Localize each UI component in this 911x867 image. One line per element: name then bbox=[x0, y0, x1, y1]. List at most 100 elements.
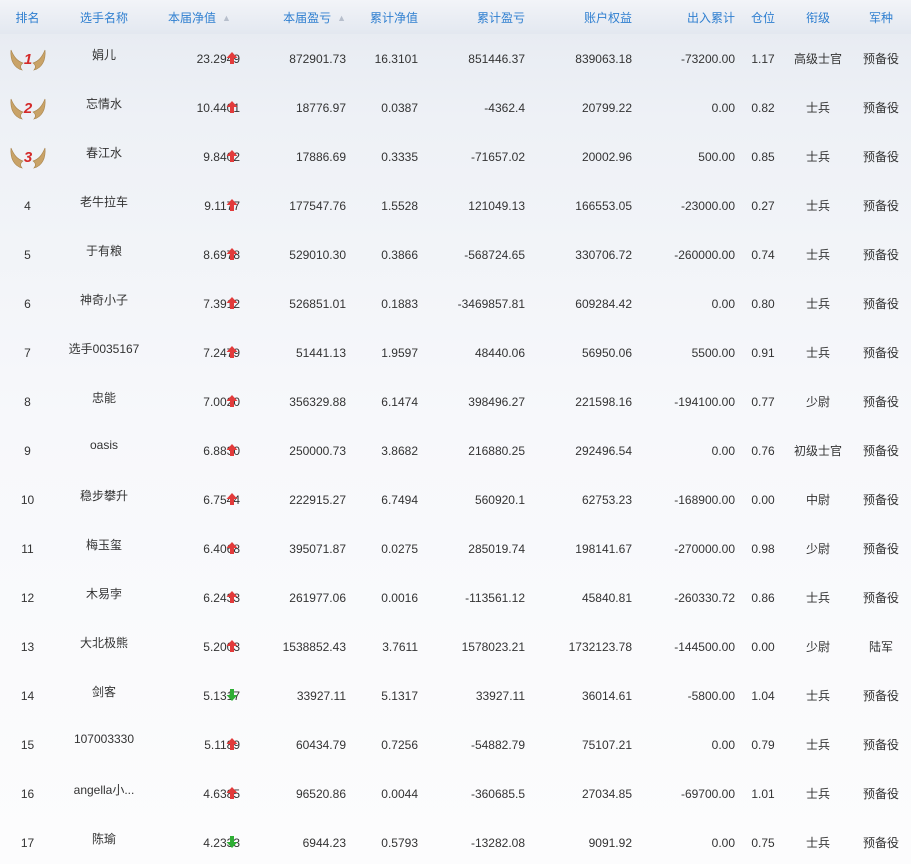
current-pnl: 872901.73 bbox=[289, 51, 346, 66]
current-pnl: 222915.27 bbox=[289, 492, 346, 507]
col-total-nav-header[interactable]: 累计净值 bbox=[352, 0, 424, 34]
table-row[interactable]: 9 oasis 6.8830 250000.73 3.8682 216880.25 2924… bbox=[0, 426, 911, 475]
arrow-up-icon bbox=[226, 51, 238, 65]
rank-cell: 5 bbox=[24, 247, 31, 262]
rank-cell: 3 bbox=[0, 132, 55, 181]
player-name[interactable]: 于有粮 bbox=[55, 230, 153, 279]
flow-total: 0.00 bbox=[711, 443, 735, 458]
player-name[interactable]: 陈瑜 bbox=[55, 818, 153, 867]
total-pnl: 560920.1 bbox=[474, 492, 525, 507]
arrow-up-icon bbox=[226, 639, 238, 653]
col-current-nav-header[interactable]: 本届净值 ▲︎ bbox=[153, 0, 246, 34]
arrow-up-icon bbox=[226, 492, 238, 506]
col-total-pnl-header[interactable]: 累计盈亏 bbox=[424, 0, 531, 34]
current-nav-cell: 5.2003 bbox=[153, 622, 246, 671]
col-equity-header[interactable]: 账户权益 bbox=[531, 0, 638, 34]
col-name-header[interactable]: 选手名称 bbox=[55, 0, 153, 34]
table-row[interactable]: 3 春江水 9.8402 17886.69 0.3335 -71657.02 20002.9… bbox=[0, 132, 911, 181]
current-pnl: 51441.13 bbox=[295, 345, 346, 360]
total-pnl: 48440.06 bbox=[474, 345, 525, 360]
rank-cell: 7 bbox=[24, 345, 31, 360]
current-pnl: 18776.97 bbox=[295, 100, 346, 115]
table-row[interactable]: 16 angella小... 4.6385 96520.86 0.0044 -360685… bbox=[0, 769, 911, 818]
military-rank: 初级士官 bbox=[793, 444, 842, 458]
service-branch: 预备役 bbox=[862, 836, 899, 850]
player-name[interactable]: 神奇小子 bbox=[55, 279, 153, 328]
service-branch: 预备役 bbox=[862, 542, 899, 556]
total-nav: 0.0387 bbox=[381, 100, 418, 115]
position-ratio: 1.01 bbox=[751, 786, 775, 801]
account-equity: 839063.18 bbox=[575, 51, 632, 66]
rank-cell: 17 bbox=[20, 835, 35, 850]
total-pnl: -54882.79 bbox=[470, 737, 525, 752]
table-row[interactable]: 12 木易孛 6.2433 261977.06 0.0016 -113561.12 4584… bbox=[0, 573, 911, 622]
player-name[interactable]: 忠能 bbox=[55, 377, 153, 426]
military-rank: 士兵 bbox=[805, 297, 830, 311]
position-ratio: 0.75 bbox=[751, 835, 775, 850]
player-name[interactable]: oasis bbox=[55, 426, 153, 475]
position-ratio: 0.74 bbox=[751, 247, 775, 262]
service-branch: 预备役 bbox=[862, 591, 899, 605]
table-row[interactable]: 7 选手0035167 7.2479 51441.13 1.9597 48440.06 56… bbox=[0, 328, 911, 377]
table-row[interactable]: 1 娟儿 23.2949 872901.73 16.3101 851446.37 83906… bbox=[0, 34, 911, 83]
total-pnl: -568724.65 bbox=[464, 247, 525, 262]
military-rank: 士兵 bbox=[805, 787, 830, 801]
flow-total: -270000.00 bbox=[674, 541, 735, 556]
current-nav-cell: 6.4068 bbox=[153, 524, 246, 573]
current-pnl: 261977.06 bbox=[289, 590, 346, 605]
col-title-header[interactable]: 衔级 bbox=[785, 0, 851, 34]
player-name[interactable]: 107003330 bbox=[55, 720, 153, 769]
military-rank: 士兵 bbox=[805, 248, 830, 262]
player-name[interactable]: 大北极熊 bbox=[55, 622, 153, 671]
table-row[interactable]: 2 忘情水 10.4401 18776.97 0.0387 -4362.4 20799.22… bbox=[0, 83, 911, 132]
arrow-up-icon bbox=[226, 443, 238, 457]
service-branch: 预备役 bbox=[862, 395, 899, 409]
current-nav-cell: 10.4401 bbox=[153, 83, 246, 132]
player-name[interactable]: 选手0035167 bbox=[55, 328, 153, 377]
table-row[interactable]: 15 107003330 5.1189 60434.79 0.7256 -54882.79… bbox=[0, 720, 911, 769]
player-name[interactable]: 娟儿 bbox=[55, 34, 153, 83]
total-nav: 3.7611 bbox=[382, 639, 418, 654]
player-name[interactable]: 木易孛 bbox=[55, 573, 153, 622]
player-name[interactable]: 稳步攀升 bbox=[55, 475, 153, 524]
military-rank: 少尉 bbox=[805, 395, 830, 409]
account-equity: 27034.85 bbox=[581, 786, 632, 801]
current-nav-cell: 7.3912 bbox=[153, 279, 246, 328]
sort-icon[interactable]: ▲︎ bbox=[337, 13, 346, 23]
table-row[interactable]: 5 于有粮 8.6978 529010.30 0.3866 -568724.65 33070… bbox=[0, 230, 911, 279]
arrow-down-icon bbox=[226, 835, 238, 849]
player-name[interactable]: 春江水 bbox=[55, 132, 153, 181]
table-row[interactable]: 14 剑客 5.1317 33927.11 5.1317 33927.11 36014.61… bbox=[0, 671, 911, 720]
player-name[interactable]: angella小... bbox=[55, 769, 153, 818]
sort-icon[interactable]: ▲︎ bbox=[222, 13, 231, 23]
player-name[interactable]: 忘情水 bbox=[55, 83, 153, 132]
military-rank: 士兵 bbox=[805, 101, 830, 115]
account-equity: 609284.42 bbox=[575, 296, 632, 311]
col-rank-header[interactable]: 排名 bbox=[0, 0, 55, 34]
player-name[interactable]: 老牛拉车 bbox=[55, 181, 153, 230]
table-row[interactable]: 17 陈瑜 4.2333 6944.23 0.5793 -13282.08 9091.92 0… bbox=[0, 818, 911, 867]
position-ratio: 0.27 bbox=[751, 198, 775, 213]
arrow-up-icon bbox=[226, 100, 238, 114]
flow-total: -168900.00 bbox=[674, 492, 735, 507]
table-row[interactable]: 10 稳步攀升 6.7544 222915.27 6.7494 560920.1 62753… bbox=[0, 475, 911, 524]
table-row[interactable]: 4 老牛拉车 9.1177 177547.76 1.5528 121049.13 16655… bbox=[0, 181, 911, 230]
table-row[interactable]: 11 梅玉玺 6.4068 395071.87 0.0275 285019.74 19814… bbox=[0, 524, 911, 573]
table-row[interactable]: 13 大北极熊 5.2003 1538852.43 3.7611 1578023.21 17… bbox=[0, 622, 911, 671]
col-flow-header[interactable]: 出入累计 bbox=[638, 0, 741, 34]
table-row[interactable]: 6 神奇小子 7.3912 526851.01 0.1883 -3469857.81 609… bbox=[0, 279, 911, 328]
col-current-pnl-header[interactable]: 本届盈亏 ▲︎ bbox=[246, 0, 352, 34]
arrow-up-icon bbox=[226, 541, 238, 555]
table-row[interactable]: 8 忠能 7.0020 356329.88 6.1474 398496.27 221598.… bbox=[0, 377, 911, 426]
col-service-header[interactable]: 军种 bbox=[851, 0, 911, 34]
current-pnl: 96520.86 bbox=[295, 786, 346, 801]
arrow-up-icon bbox=[226, 345, 238, 359]
total-pnl: 33927.11 bbox=[475, 688, 525, 703]
rank-cell: 12 bbox=[20, 590, 35, 605]
total-pnl: 1578023.21 bbox=[461, 639, 525, 654]
player-name[interactable]: 梅玉玺 bbox=[55, 524, 153, 573]
military-rank: 高级士官 bbox=[793, 52, 842, 66]
col-position-header[interactable]: 仓位 bbox=[741, 0, 785, 34]
player-name[interactable]: 剑客 bbox=[55, 671, 153, 720]
current-pnl: 177547.76 bbox=[289, 198, 346, 213]
